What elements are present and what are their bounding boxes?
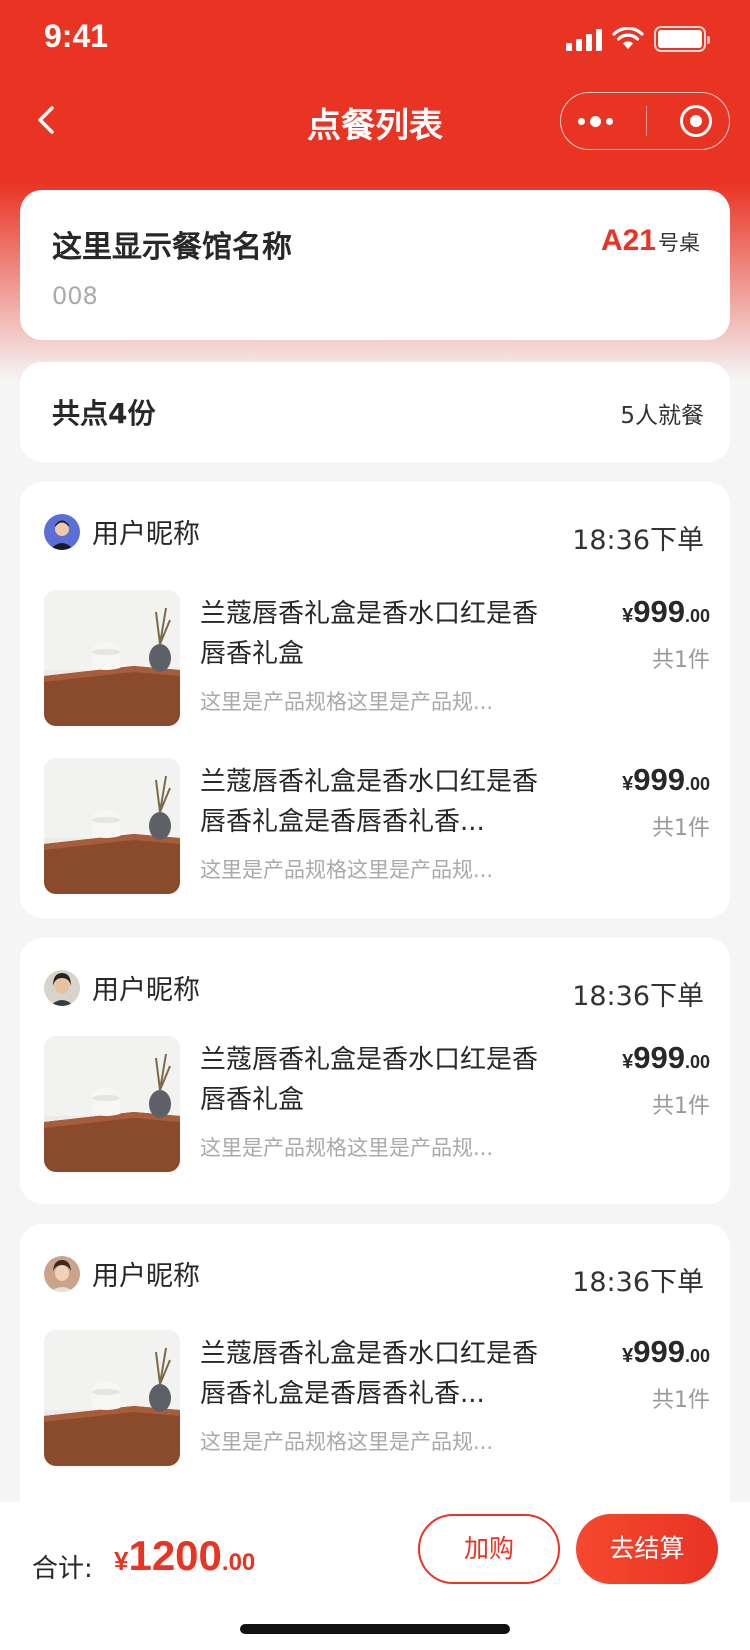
signal-icon xyxy=(566,27,602,51)
product-image xyxy=(44,758,180,894)
restaurant-name: 这里显示餐馆名称 xyxy=(52,230,292,265)
total-label: 合计: xyxy=(32,1554,93,1584)
diners-count: 5人就餐 xyxy=(620,403,704,429)
list-item[interactable]: 兰蔻唇香礼盒是香水口红是香唇香礼盒是香唇香礼香... 这里是产品规格这里是产品规… xyxy=(44,1330,710,1466)
user-row: 用户昵称 xyxy=(44,968,200,1007)
list-item[interactable]: 兰蔻唇香礼盒是香水口红是香唇香礼盒 这里是产品规格这里是产品规... ¥999.… xyxy=(44,590,710,726)
table-number: A21 xyxy=(600,224,656,257)
product-name: 兰蔻唇香礼盒是香水口红是香唇香礼盒 xyxy=(200,1045,539,1115)
nav-bar: 点餐列表 xyxy=(0,88,750,152)
user-row: 用户昵称 xyxy=(44,1254,200,1293)
product-image xyxy=(44,1036,180,1172)
price-integer: 999 xyxy=(633,594,685,629)
battery-icon xyxy=(654,26,710,52)
restaurant-code: 008 xyxy=(52,282,98,310)
product-spec: 这里是产品规格这里是产品规... xyxy=(200,858,494,882)
total-integer: 1200 xyxy=(128,1532,222,1579)
price-integer: 999 xyxy=(633,762,685,797)
summary-card: 共点4份 5人就餐 xyxy=(20,362,730,462)
price-integer: 999 xyxy=(633,1334,685,1369)
capsule-divider xyxy=(645,106,647,136)
avatar xyxy=(44,1255,80,1292)
avatar xyxy=(44,969,80,1006)
order-time: 18:36下单 xyxy=(572,1267,704,1298)
restaurant-card: 这里显示餐馆名称 008 A21 号桌 xyxy=(20,190,730,340)
product-price: ¥999.00 xyxy=(622,1040,710,1076)
order-time: 18:36下单 xyxy=(572,525,704,556)
order-card: 用户昵称 18:36下单 兰蔻唇香礼盒是香水口红是香唇香礼盒 这里是产品规格这里… xyxy=(20,482,730,918)
product-count: 共1件 xyxy=(652,648,710,673)
list-item[interactable]: 兰蔻唇香礼盒是香水口红是香唇香礼盒 这里是产品规格这里是产品规... ¥999.… xyxy=(44,1036,710,1172)
price-decimal: .00 xyxy=(684,1052,710,1072)
price-integer: 999 xyxy=(633,1040,685,1075)
more-dots-icon[interactable] xyxy=(577,115,613,127)
status-time: 9:41 xyxy=(44,18,109,54)
list-item[interactable]: 兰蔻唇香礼盒是香水口红是香唇香礼盒是香唇香礼香... 这里是产品规格这里是产品规… xyxy=(44,758,710,894)
product-price: ¥999.00 xyxy=(622,594,710,630)
wifi-icon xyxy=(612,27,644,49)
price-decimal: .00 xyxy=(684,606,710,626)
price-symbol: ¥ xyxy=(622,773,634,795)
product-spec: 这里是产品规格这里是产品规... xyxy=(200,1136,494,1160)
checkout-button[interactable]: 去结算 xyxy=(576,1514,718,1584)
order-time: 18:36下单 xyxy=(572,981,704,1012)
product-spec: 这里是产品规格这里是产品规... xyxy=(200,690,494,714)
table-info: A21 号桌 xyxy=(601,224,700,258)
product-price: ¥999.00 xyxy=(622,762,710,798)
product-price: ¥999.00 xyxy=(622,1334,710,1370)
total-symbol: ¥ xyxy=(114,1546,129,1576)
user-nickname: 用户昵称 xyxy=(92,1261,200,1292)
status-bar: 9:41 xyxy=(0,0,750,88)
order-card: 用户昵称 18:36下单 兰蔻唇香礼盒是香水口红是香唇香礼盒是香唇香礼香... … xyxy=(20,1224,730,1524)
table-suffix: 号桌 xyxy=(658,231,700,255)
total-decimal: .00 xyxy=(221,1549,256,1576)
product-spec: 这里是产品规格这里是产品规... xyxy=(200,1430,494,1454)
product-name: 兰蔻唇香礼盒是香水口红是香唇香礼盒 xyxy=(200,599,539,669)
product-count: 共1件 xyxy=(652,1388,710,1413)
product-count: 共1件 xyxy=(652,816,710,841)
user-nickname: 用户昵称 xyxy=(92,975,200,1006)
price-symbol: ¥ xyxy=(622,1051,634,1073)
product-image xyxy=(44,1330,180,1466)
total-items-count: 共点4份 xyxy=(52,397,156,430)
status-icons xyxy=(566,26,710,52)
product-name: 兰蔻唇香礼盒是香水口红是香唇香礼盒是香唇香礼香... xyxy=(200,767,539,837)
avatar xyxy=(44,513,80,550)
add-to-cart-button[interactable]: 加购 xyxy=(418,1514,560,1584)
mini-program-capsule xyxy=(560,92,730,150)
user-nickname: 用户昵称 xyxy=(92,519,200,550)
target-close-icon[interactable] xyxy=(680,105,713,137)
price-decimal: .00 xyxy=(684,774,710,794)
price-symbol: ¥ xyxy=(622,605,634,627)
price-decimal: .00 xyxy=(684,1346,710,1366)
product-image xyxy=(44,590,180,726)
price-symbol: ¥ xyxy=(622,1345,634,1367)
home-indicator xyxy=(240,1624,510,1634)
total-amount: ¥1200.00 xyxy=(114,1532,255,1580)
product-name: 兰蔻唇香礼盒是香水口红是香唇香礼盒是香唇香礼香... xyxy=(200,1339,539,1409)
product-count: 共1件 xyxy=(652,1094,710,1119)
order-card: 用户昵称 18:36下单 兰蔻唇香礼盒是香水口红是香唇香礼盒 这里是产品规格这里… xyxy=(20,938,730,1204)
user-row: 用户昵称 xyxy=(44,512,200,551)
